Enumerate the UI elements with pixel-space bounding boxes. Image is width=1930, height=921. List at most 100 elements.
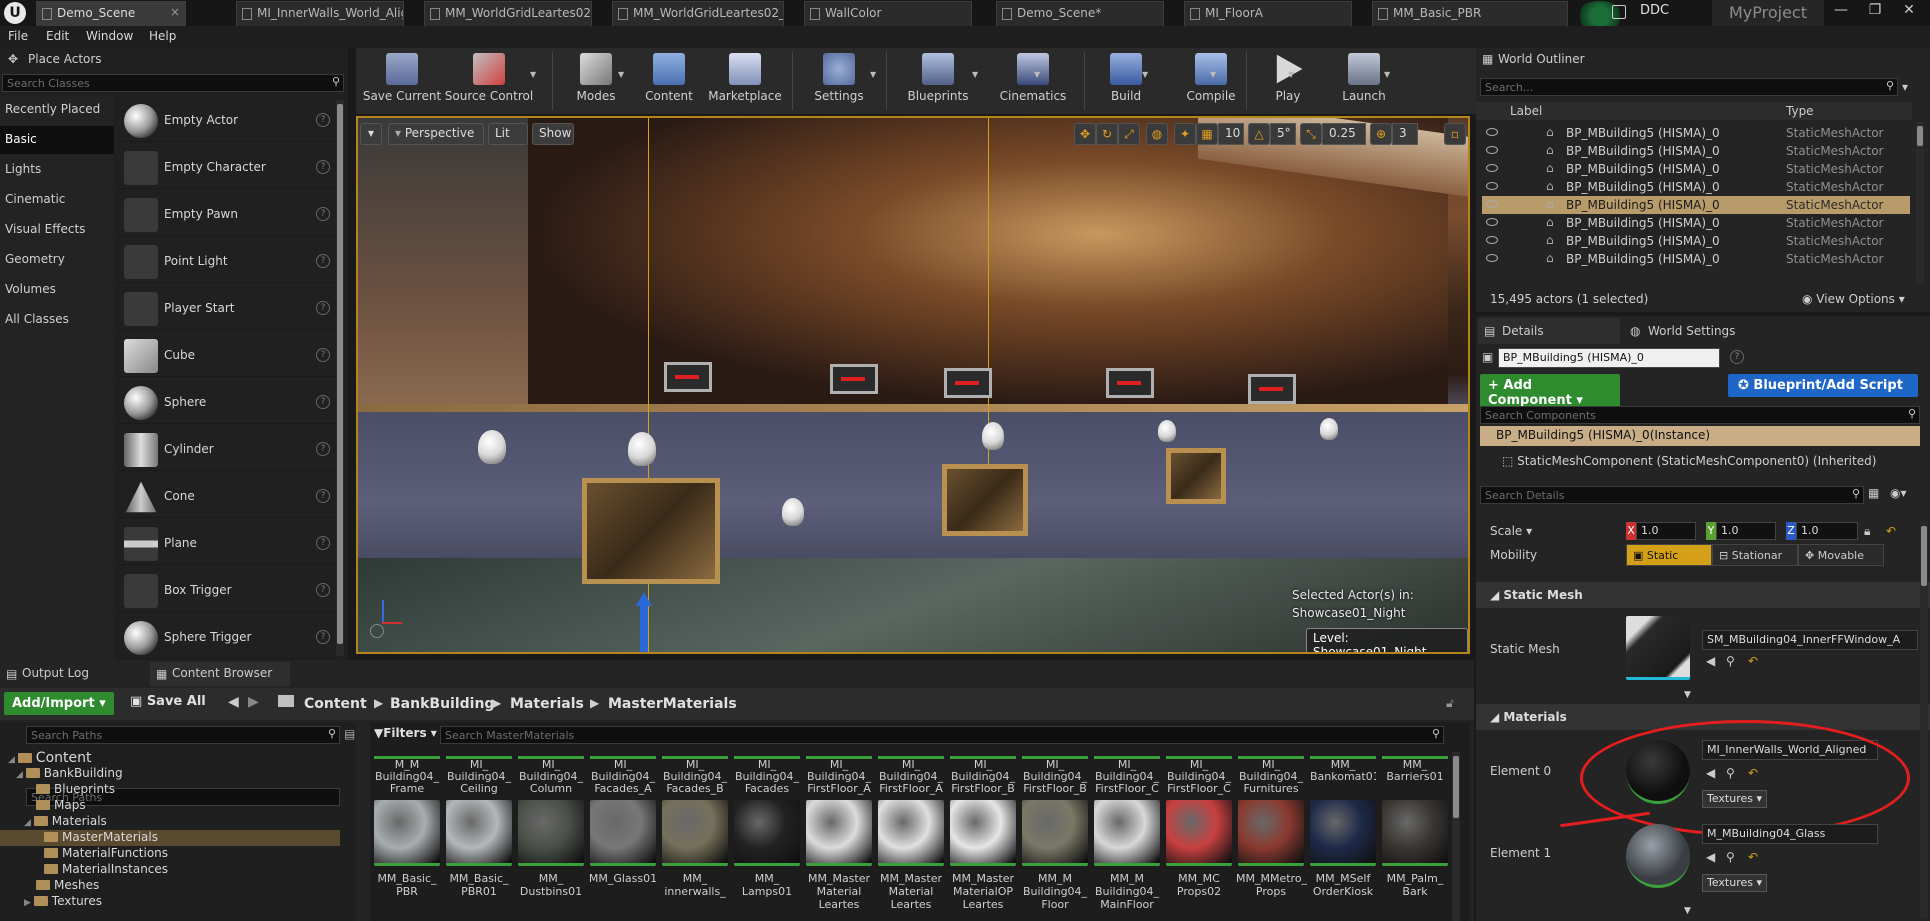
tree-item-blueprints[interactable]: Blueprints: [0, 782, 340, 798]
eye-icon[interactable]: ◉▾: [1890, 486, 1907, 500]
build-button[interactable]: Build: [1088, 48, 1164, 114]
level-viewport[interactable]: ▾ ▾ Perspective Lit Show ✥ ↻ ⤢ ◍ ✦ ▦ 10 …: [356, 116, 1470, 654]
outliner-row[interactable]: ⌂ BP_MBuilding5 (HISMA)_0 StaticMeshActor: [1482, 214, 1910, 232]
element-1-thumbnail[interactable]: [1626, 824, 1690, 888]
breadcrumb-separator-icon[interactable]: ▶: [492, 696, 501, 710]
scrollbar-thumb[interactable]: [1453, 756, 1459, 818]
mobility-stationary-button[interactable]: ⊟ Stationar: [1712, 544, 1798, 566]
col-label[interactable]: Label: [1510, 104, 1542, 118]
component-instance-row[interactable]: BP_MBuilding5 (HISMA)_0(Instance): [1480, 426, 1920, 446]
compile-button[interactable]: Compile: [1164, 48, 1258, 114]
tree-item-content[interactable]: ◢ Content: [0, 750, 340, 766]
asset-thumbnail[interactable]: [1382, 800, 1448, 866]
visibility-eye-icon[interactable]: [1486, 146, 1498, 154]
chevron-down-icon[interactable]: ▼: [972, 70, 978, 79]
doc-tab-demo-scene[interactable]: Demo_Scene ×: [36, 1, 186, 26]
unreal-logo-icon[interactable]: U: [4, 2, 26, 24]
world-local-icon[interactable]: ◍: [1146, 123, 1168, 145]
menu-help[interactable]: Help: [149, 29, 176, 43]
outliner-row[interactable]: ⌂ BP_MBuilding5 (HISMA)_0 StaticMeshActor: [1482, 142, 1910, 160]
menu-edit[interactable]: Edit: [46, 29, 69, 43]
outliner-scrollbar[interactable]: [1916, 122, 1924, 282]
blueprint-add-script-button[interactable]: ✪ Blueprint/Add Script: [1728, 374, 1918, 397]
breadcrumb-bankbuilding[interactable]: BankBuilding: [390, 696, 494, 712]
element-1-textures-dropdown[interactable]: Textures ▾: [1702, 874, 1768, 892]
mobility-static-button[interactable]: ▣ Static: [1626, 544, 1712, 566]
use-selected-icon[interactable]: ◀: [1706, 654, 1715, 668]
asset-scrollbar[interactable]: [1452, 752, 1460, 921]
tree-item-materialfunctions[interactable]: MaterialFunctions: [0, 846, 340, 862]
filter-icon[interactable]: ▾: [1902, 80, 1908, 94]
visibility-eye-icon[interactable]: [1486, 164, 1498, 172]
asset-thumbnail[interactable]: [1094, 800, 1160, 866]
maximize-icon[interactable]: ❐: [1858, 0, 1892, 22]
point-light-icon[interactable]: [1158, 420, 1176, 442]
reset-icon[interactable]: ↶: [1886, 524, 1896, 538]
play-button[interactable]: Play: [1250, 48, 1326, 114]
help-icon[interactable]: ?: [316, 630, 330, 644]
lock-icon[interactable]: 🔓︎: [1446, 696, 1454, 711]
asset-thumbnail[interactable]: [374, 800, 440, 866]
outliner-row[interactable]: ⌂ BP_MBuilding5 (HISMA)_0 StaticMeshActor: [1482, 124, 1910, 142]
expand-more-icon[interactable]: ▼: [1684, 906, 1691, 916]
help-icon[interactable]: ?: [316, 536, 330, 550]
help-icon[interactable]: ?: [1730, 350, 1744, 364]
rotate-snap-icon[interactable]: △: [1248, 123, 1270, 145]
chevron-down-icon[interactable]: ▼: [530, 70, 536, 79]
breadcrumb-mastermaterials[interactable]: MasterMaterials: [608, 696, 737, 712]
chevron-down-icon[interactable]: ▼: [1142, 70, 1148, 79]
static-mesh-thumbnail[interactable]: [1626, 616, 1690, 680]
visibility-eye-icon[interactable]: [1486, 128, 1498, 136]
filters-button[interactable]: ▼Filters ▾: [374, 726, 437, 740]
doc-tab[interactable]: MI_InnerWalls_World_Aligi: [236, 1, 404, 26]
actor-empty-actor[interactable]: Empty Actor?: [118, 100, 336, 142]
asset-name[interactable]: M_M Building04_ Frame: [374, 756, 440, 798]
surface-snap-icon[interactable]: ✦: [1174, 123, 1196, 145]
breadcrumb-separator-icon[interactable]: ▶: [374, 696, 383, 710]
gizmo-arrow-icon[interactable]: [636, 592, 652, 606]
doc-tab[interactable]: MM_WorldGridLeartes02: [424, 1, 592, 26]
point-light-icon[interactable]: [782, 498, 804, 526]
actor-sphere-trigger[interactable]: Sphere Trigger?: [118, 617, 336, 659]
scrollbar-thumb[interactable]: [1921, 526, 1927, 586]
outliner-row[interactable]: ⌂ BP_MBuilding5 (HISMA)_0 StaticMeshActor: [1482, 160, 1910, 178]
gizmo-z-axis[interactable]: [640, 598, 648, 652]
modes-button[interactable]: Modes: [556, 48, 636, 114]
scrollbar-thumb[interactable]: [1917, 126, 1923, 146]
content-button[interactable]: Content: [636, 48, 702, 114]
actor-sphere[interactable]: Sphere?: [118, 382, 336, 424]
grid-snap-value[interactable]: 10: [1218, 123, 1244, 145]
static-mesh-section[interactable]: ◢ Static Mesh: [1476, 582, 1930, 608]
asset-name[interactable]: MI_ Building04_ FirstFloor_B: [1022, 756, 1088, 798]
asset-name[interactable]: MI_ Building04_ FirstFloor_A: [806, 756, 872, 798]
tab-world-settings[interactable]: ◍ World Settings: [1624, 318, 1774, 344]
tab-content-browser[interactable]: ▦ Content Browser: [150, 662, 290, 686]
help-icon[interactable]: ?: [316, 160, 330, 174]
lit-dropdown[interactable]: Lit: [488, 123, 528, 145]
help-icon[interactable]: ?: [316, 348, 330, 362]
asset-thumbnail[interactable]: [1022, 800, 1088, 866]
category-cinematic[interactable]: Cinematic: [0, 186, 114, 214]
breadcrumb-separator-icon[interactable]: ▶: [590, 696, 599, 710]
asset-name[interactable]: MI_ Building04_ Facades_A: [590, 756, 656, 798]
scale-z-field[interactable]: 1.0: [1796, 522, 1858, 540]
back-icon[interactable]: ◀: [228, 694, 239, 710]
asset-name[interactable]: MI_ Building04_ FirstFloor_C: [1166, 756, 1232, 798]
property-matrix-icon[interactable]: ▦: [1868, 486, 1879, 500]
scale-label[interactable]: Scale ▾: [1490, 524, 1532, 538]
asset-name[interactable]: MI_ Building04_ Furnitures: [1238, 756, 1304, 798]
category-basic[interactable]: Basic: [0, 126, 114, 154]
asset-name[interactable]: MI_ Building04_ FirstFloor_B: [950, 756, 1016, 798]
asset-thumbnail[interactable]: [662, 800, 728, 866]
outliner-search-input[interactable]: Search... ⚲: [1480, 78, 1898, 96]
outliner-row[interactable]: ⌂ BP_MBuilding5 (HISMA)_0 StaticMeshActor: [1482, 178, 1910, 196]
asset-thumbnail[interactable]: [950, 800, 1016, 866]
search-details-input[interactable]: Search Details ⚲: [1480, 486, 1864, 504]
actor-point-light[interactable]: Point Light?: [118, 241, 336, 283]
doc-tab[interactable]: Demo_Scene*: [996, 1, 1164, 26]
minimize-icon[interactable]: —: [1824, 0, 1858, 22]
static-mesh-combo[interactable]: SM_MBuilding04_InnerFFWindow_A: [1702, 630, 1918, 650]
help-icon[interactable]: ?: [316, 207, 330, 221]
asset-name[interactable]: MI_ Building04_ FirstFloor_A: [878, 756, 944, 798]
chevron-down-icon[interactable]: ▼: [1288, 70, 1294, 79]
